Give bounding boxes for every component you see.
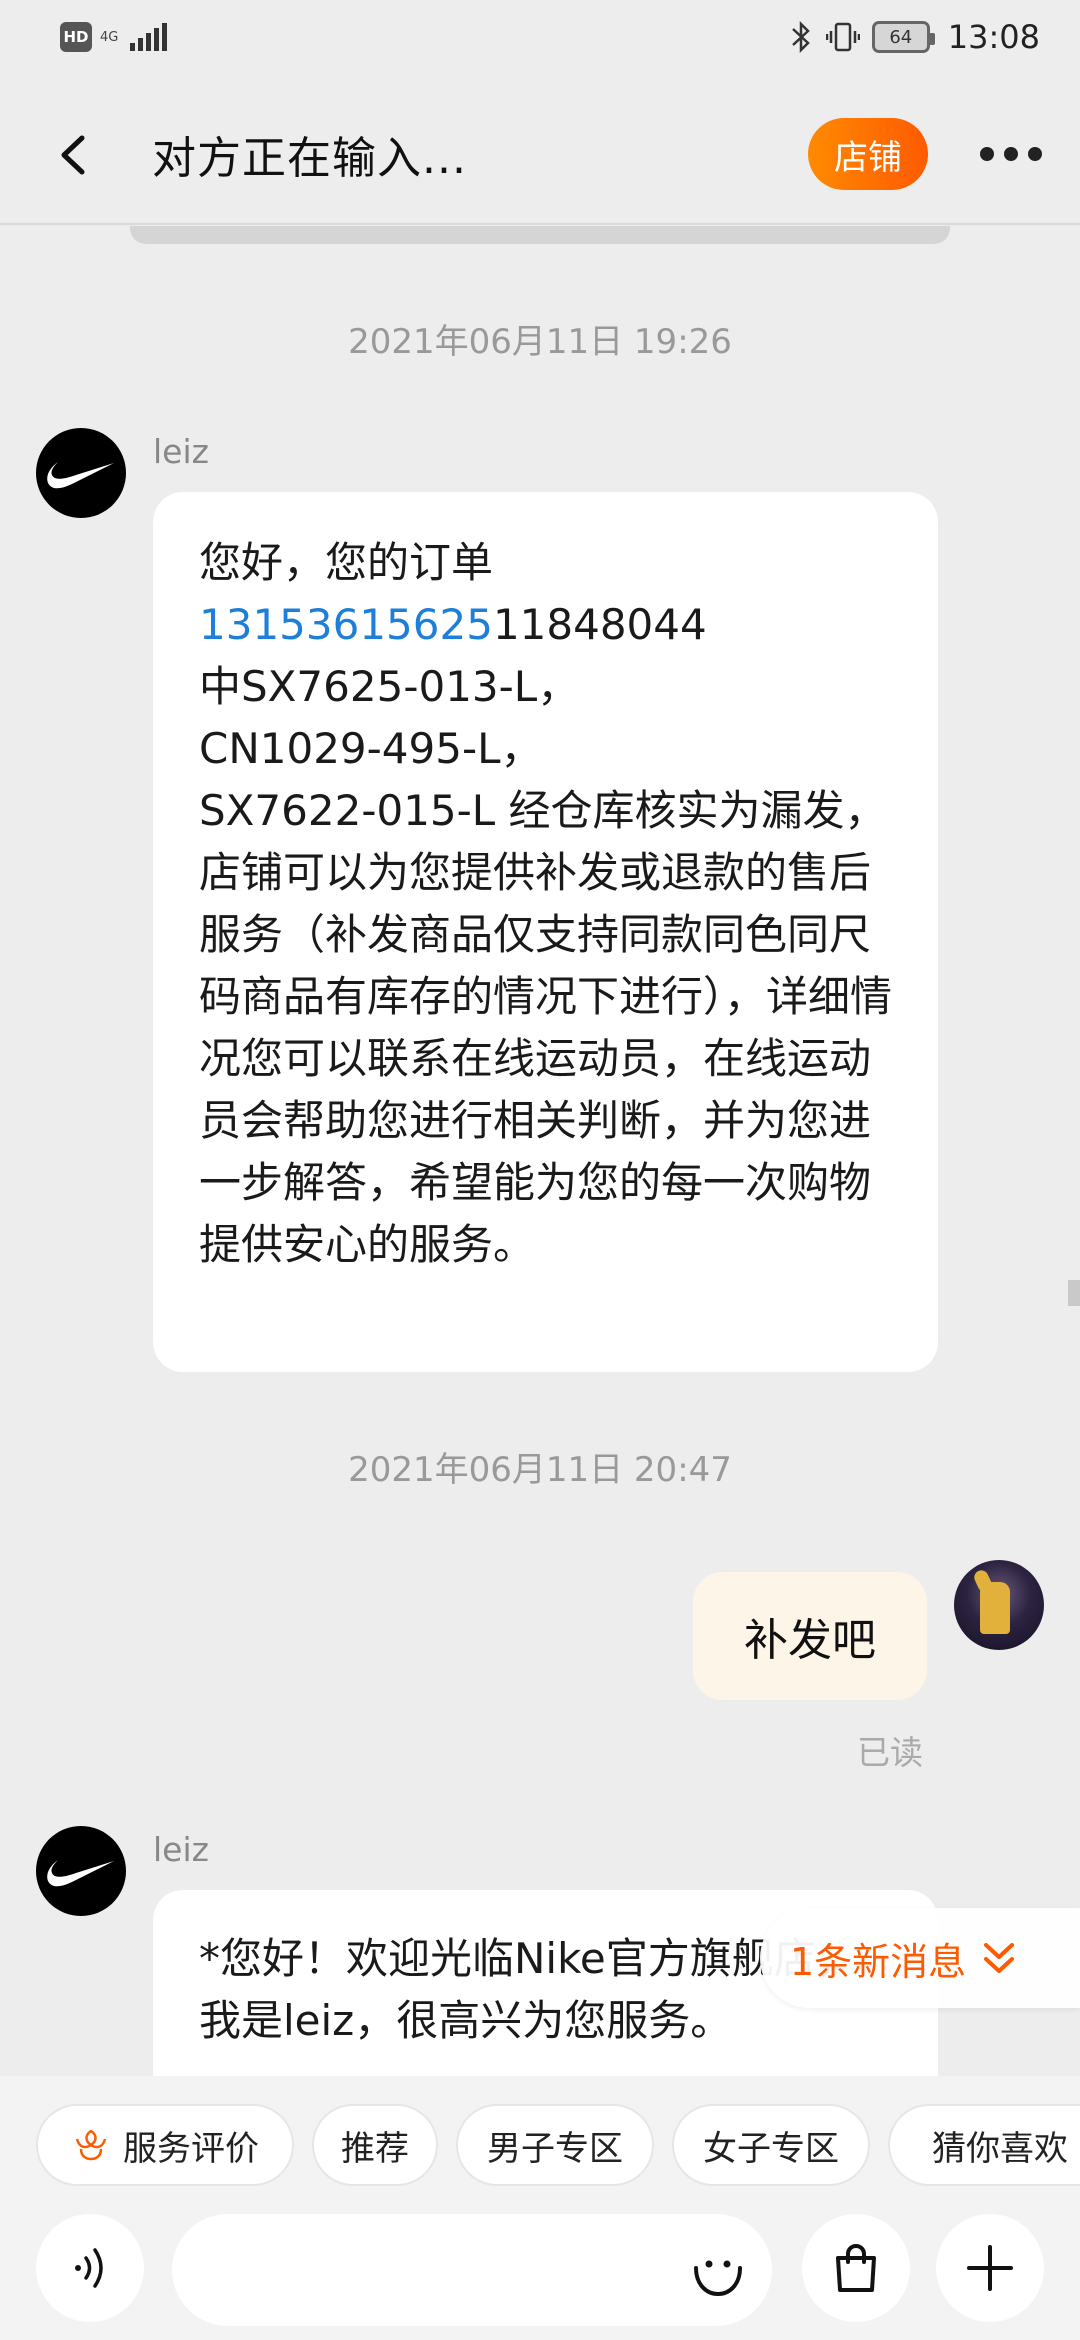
previous-card-edge xyxy=(130,226,950,244)
clock: 13:08 xyxy=(947,18,1040,56)
bluetooth-icon xyxy=(791,20,810,54)
chat-header: 对方正在输入... 店铺 xyxy=(0,80,1080,225)
status-left: HD 4G xyxy=(60,22,167,52)
chip-women[interactable]: 女子专区 xyxy=(672,2104,870,2186)
chip-label: 女子专区 xyxy=(703,2128,839,2169)
plus-button[interactable] xyxy=(936,2214,1044,2322)
battery-icon: 64 xyxy=(871,21,935,53)
shopping-bag-icon xyxy=(836,2243,876,2292)
message-input[interactable] xyxy=(172,2214,772,2326)
hd-badge: HD xyxy=(60,22,92,52)
more-dots-icon[interactable] xyxy=(980,142,1050,166)
timestamp: 2021年06月11日 19:26 xyxy=(348,322,732,362)
status-right: 64 13:08 xyxy=(788,18,1040,56)
chat-screen: HD 4G 64 13:08 对方正在输入... 店铺 2021年06月11日 … xyxy=(0,0,1080,2340)
battery-level: 64 xyxy=(889,26,913,48)
chip-label: 猜你喜欢 xyxy=(932,2128,1068,2169)
user-avatar[interactable] xyxy=(954,1560,1044,1650)
chip-guess-you-like[interactable]: 猜你喜欢 xyxy=(888,2104,1080,2186)
order-number-link[interactable]: 13153615625 xyxy=(199,600,493,649)
quick-actions-bar: 服务评价 推荐 男子专区 女子专区 猜你喜欢 xyxy=(0,2076,1080,2214)
nike-swoosh-icon xyxy=(47,1860,114,1887)
new-message-label: 1条新消息 xyxy=(790,1939,967,1984)
message-text: 您好，您的订单 xyxy=(199,538,494,587)
shop-bag-button[interactable] xyxy=(802,2214,910,2322)
scroll-indicator[interactable] xyxy=(1068,1280,1080,1306)
message-text: *您好！欢迎光临Nike官方旗舰店，我是leiz，很高兴为您服务。 xyxy=(199,1934,858,2045)
input-bar xyxy=(0,2214,1080,2340)
timestamp: 2021年06月11日 20:47 xyxy=(348,1450,732,1490)
flower-icon xyxy=(75,2129,107,2161)
voice-icon xyxy=(75,2248,103,2288)
chip-label: 推荐 xyxy=(341,2128,409,2169)
chip-label: 服务评价 xyxy=(123,2128,259,2169)
new-message-pill[interactable]: 1条新消息 xyxy=(760,1908,1080,2008)
nike-swoosh-icon xyxy=(47,462,114,489)
voice-button[interactable] xyxy=(36,2214,144,2322)
outgoing-bubble[interactable]: 补发吧 xyxy=(693,1572,927,1700)
vibrate-icon xyxy=(825,22,860,52)
chip-recommend[interactable]: 推荐 xyxy=(312,2104,438,2186)
order-number-rest: 11848044 xyxy=(492,600,707,649)
message-bubble[interactable]: 您好，您的订单 1315361562511848044 中SX7625-013-… xyxy=(153,492,938,1372)
back-icon[interactable] xyxy=(48,120,96,190)
chat-title: 对方正在输入... xyxy=(152,133,467,184)
smiley-icon[interactable] xyxy=(690,2244,746,2300)
plus-icon xyxy=(967,2245,1013,2291)
read-status: 已读 xyxy=(857,1733,923,1772)
double-chevron-down-icon xyxy=(984,1943,1015,1973)
sender-name: leiz xyxy=(153,1830,209,1869)
shop-avatar[interactable] xyxy=(36,428,126,518)
sender-name: leiz xyxy=(153,432,209,471)
network-type: 4G xyxy=(100,29,119,45)
message-text: 补发吧 xyxy=(744,1615,876,1666)
signal-icon xyxy=(130,23,167,51)
shop-button[interactable]: 店铺 xyxy=(808,118,928,190)
message-text: 中SX7625-013-L， CN1029-495-L， SX7622-015-… xyxy=(199,662,893,1269)
chip-service-review[interactable]: 服务评价 xyxy=(36,2104,294,2186)
status-bar: HD 4G 64 13:08 xyxy=(0,0,1080,80)
chip-label: 男子专区 xyxy=(487,2128,623,2169)
chip-men[interactable]: 男子专区 xyxy=(456,2104,654,2186)
shop-avatar[interactable] xyxy=(36,1826,126,1916)
